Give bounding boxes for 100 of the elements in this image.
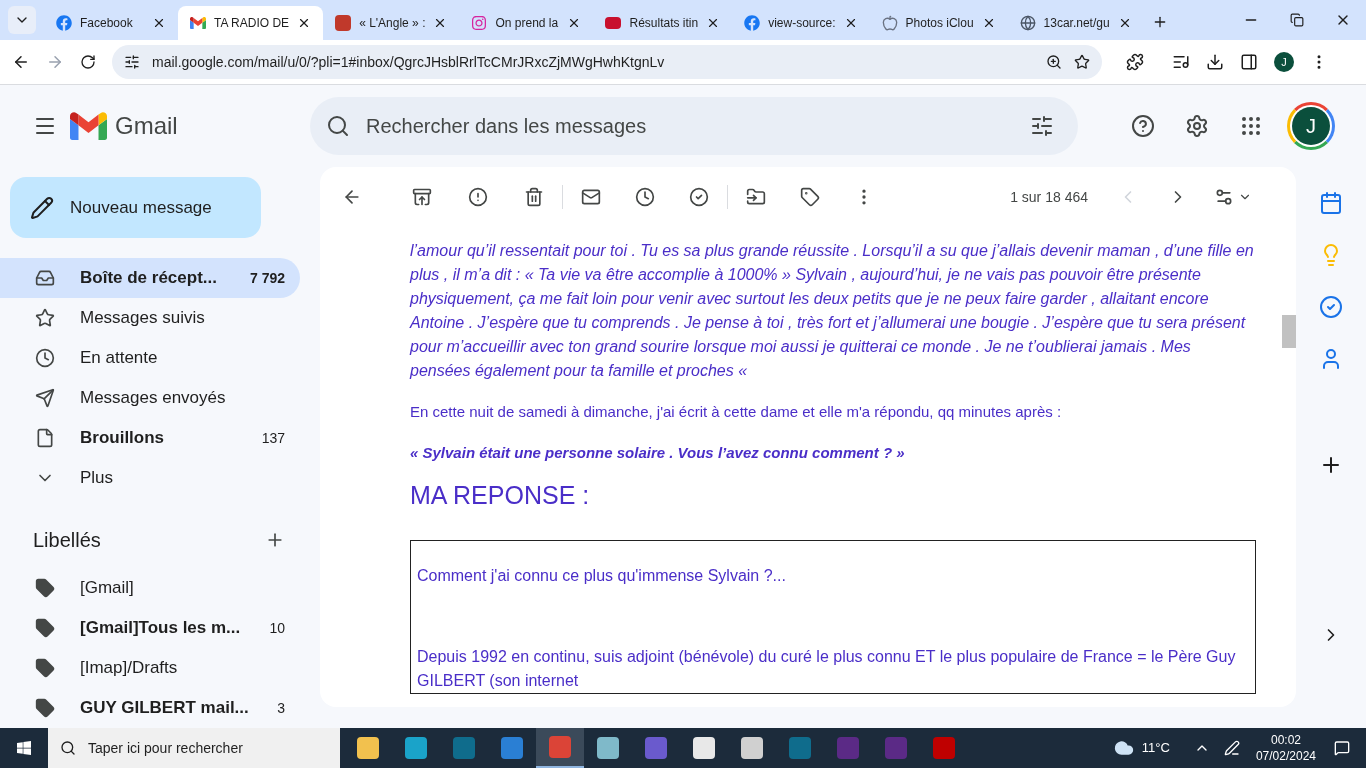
taskbar-search-field[interactable]: Taper ici pour rechercher (88, 737, 328, 759)
tab-search-button[interactable] (8, 6, 36, 34)
restore-icon[interactable] (1290, 13, 1304, 27)
label-name: [Gmail] (80, 577, 135, 600)
send-icon (35, 388, 55, 408)
nav-item[interactable]: Boîte de récept... 7 792 (0, 258, 300, 298)
profile-avatar[interactable]: J (1274, 52, 1294, 72)
nav-item[interactable]: En attente (0, 338, 300, 378)
reload-icon[interactable] (80, 54, 96, 70)
tab-title: view-source: (768, 15, 836, 32)
side-panel-icon[interactable] (1240, 53, 1258, 71)
quoted-paragraph: l’amour qu’il ressentait pour toi . Tu es sa plus grande réussite . Lorsqu’il a su que j’allais devenir maman , d’une fille en plus , il m’a dit : « Ta vie va être accomplie à 1000% » Sylvain , aujourd’hui, je ne vais pas pouvoir être présente physiquement, ça me fait loin pour venir avec surtout les deux petits que je ne peux faire garder , allaitant encore Antoine . J’espère que tu comprends . Je pense à toi , très fort et j’allumerai une bougie . J’espère que tu sera présent pour m’accueillir avec ton grand sourire lorsque moi aussi je quitterai ce monde . Je ne t’oublierai jamais . Mes pensées également pour ta famille et proches « (410, 241, 1255, 381)
address-bar[interactable]: mail.google.com/mail/u/0/?pli=1#inbox/QgrcJHsblRrlTcCMrJRxcZjMWgHwhKtgnLv (112, 45, 1102, 79)
temperature-text: 11°C (1141, 739, 1170, 758)
unread-count: 3 (277, 698, 285, 718)
settings-icon[interactable] (1185, 114, 1209, 138)
tab-title: On prend la (495, 15, 560, 32)
nav-label: Messages envoyés (80, 387, 227, 410)
search-icon (326, 114, 350, 138)
nav-item[interactable]: Messages suivis (0, 298, 300, 338)
label-item[interactable]: [Imap]/Drafts (0, 648, 300, 688)
browser-tab[interactable]: view-source: (732, 6, 870, 40)
apps-grid-icon[interactable] (1239, 114, 1263, 138)
account-avatar[interactable]: J (1287, 102, 1335, 150)
report-spam-icon[interactable] (468, 187, 488, 207)
taskbar-search-box[interactable]: Taper ici pour rechercher (48, 728, 340, 768)
unread-count: 7 792 (249, 268, 285, 288)
search-bar[interactable]: Rechercher dans les messages (310, 97, 1078, 155)
nav-item[interactable]: Plus (0, 458, 300, 498)
facebook-icon (744, 15, 761, 31)
browser-tab[interactable]: « L'Angle » : (323, 6, 460, 40)
unread-count: 137 (261, 428, 285, 448)
tab-title: Résultats itin (629, 15, 699, 32)
tab-title: Facebook (80, 15, 134, 32)
label-tag-icon (35, 618, 55, 638)
clock-date: 07/02/2024 (1255, 748, 1316, 764)
reply-quote: « Sylvain était une personne solaire . Vous l’avez connu comment ? » (410, 443, 906, 463)
globe-icon (1019, 15, 1036, 31)
tab-title: 13car.net/gu (1043, 15, 1110, 32)
back-icon[interactable] (12, 53, 30, 71)
pencil-icon (30, 195, 54, 220)
archive-icon[interactable] (412, 187, 432, 207)
snooze-icon[interactable] (635, 187, 655, 207)
clock-icon (35, 348, 55, 368)
label-tag-icon (35, 578, 55, 598)
gmail-logo-text: Gmail (115, 111, 178, 141)
bookmark-star-icon[interactable] (1074, 54, 1090, 70)
delete-icon[interactable] (524, 187, 544, 207)
facebook-icon (56, 15, 72, 31)
label-item[interactable]: [Gmail]Tous les m... 10 (0, 608, 300, 648)
train-icon (605, 17, 622, 29)
gmail-logo-icon (70, 112, 107, 140)
news-icon (335, 15, 352, 31)
browser-tab[interactable]: Résultats itin (593, 6, 733, 40)
browser-tab[interactable]: Facebook (44, 6, 178, 40)
nav-item[interactable]: Brouillons 137 (0, 418, 300, 458)
site-info-icon[interactable] (124, 54, 140, 70)
close-icon[interactable] (152, 16, 166, 30)
label-tag-icon (35, 658, 55, 678)
pen-icon[interactable] (1223, 740, 1240, 756)
help-icon[interactable] (1131, 114, 1155, 138)
reply-line: Depuis 1992 en continu, suis adjoint (bénévole) du curé le plus connu ET le plus populaire de France = le Père Guy GILBERT (son internet (417, 647, 1237, 691)
browser-tab[interactable]: On prend la (459, 6, 594, 40)
nav-label: En attente (80, 347, 159, 370)
nav-item[interactable]: Messages envoyés (0, 378, 300, 418)
media-icon[interactable] (1172, 53, 1190, 71)
download-icon[interactable] (1206, 53, 1224, 71)
move-to-icon[interactable] (746, 187, 766, 207)
extensions-icon[interactable] (1126, 53, 1144, 71)
browser-tab[interactable]: Photos iClou (869, 6, 1008, 40)
scrollbar-thumb[interactable] (1282, 315, 1296, 348)
nav-label: Boîte de récept... (80, 267, 218, 290)
label-item[interactable]: GUY GILBERT mail... 3 (0, 688, 300, 728)
browser-tab[interactable]: 13car.net/gu (1007, 6, 1144, 40)
label-name: [Gmail]Tous les m... (80, 617, 242, 640)
instagram-icon (471, 15, 488, 31)
mark-unread-icon[interactable] (581, 187, 601, 207)
labels-heading: Libellés (33, 528, 101, 553)
label-icon[interactable] (800, 187, 820, 207)
weather-cloud-icon[interactable] (1113, 738, 1134, 758)
forward-icon[interactable] (46, 53, 64, 71)
label-item[interactable]: [Gmail] (0, 568, 300, 608)
tasks-icon[interactable] (1319, 295, 1343, 319)
star-icon (35, 308, 55, 328)
filter-icon[interactable] (1030, 114, 1054, 138)
clock-time: 00:02 (1270, 732, 1301, 748)
windows-start-icon[interactable] (16, 740, 32, 756)
url-text: mail.google.com/mail/u/0/?pli=1#inbox/QgrcJHsblRrlTcCMrJRxcZjMWgHwhKtgnLv (152, 52, 666, 72)
add-task-icon[interactable] (689, 187, 709, 207)
calendar-icon[interactable] (1319, 191, 1343, 215)
zoom-icon[interactable] (1046, 54, 1062, 70)
inbox-icon (35, 268, 55, 288)
label-name: [Imap]/Drafts (80, 657, 179, 680)
section-heading: MA REPONSE : (410, 480, 591, 511)
browser-tab[interactable]: TA RADIO DE (178, 6, 324, 40)
tab-title: TA RADIO DE (214, 15, 290, 32)
compose-button[interactable]: Nouveau message (10, 177, 261, 238)
nav-label: Plus (80, 467, 115, 490)
notifications-icon[interactable] (1334, 740, 1350, 756)
search-field[interactable]: Rechercher dans les messages (366, 111, 1014, 141)
